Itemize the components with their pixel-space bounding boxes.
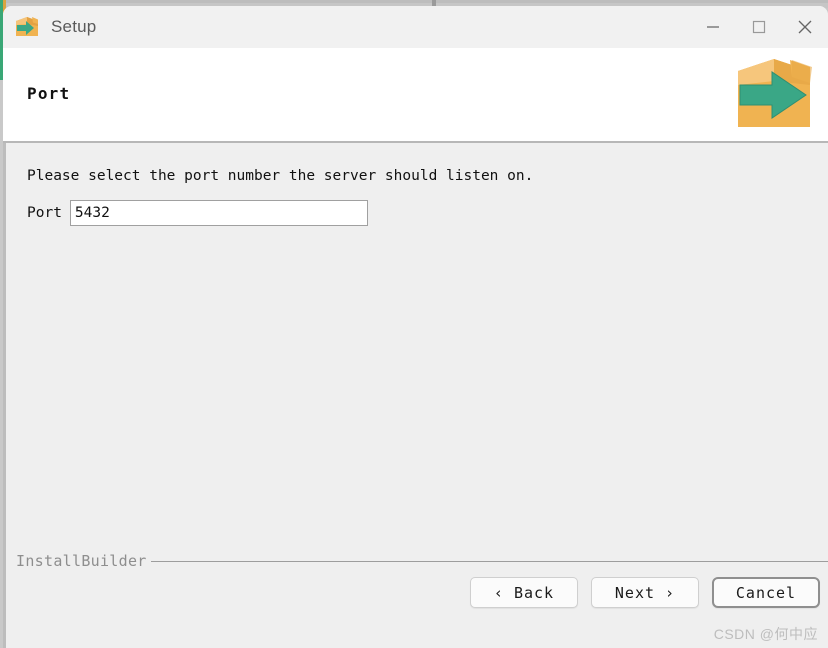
installer-box-arrow-logo	[728, 49, 820, 139]
maximize-icon[interactable]	[736, 6, 782, 48]
minimize-icon[interactable]	[690, 6, 736, 48]
background-window-edge	[0, 0, 828, 3]
setup-window: Setup Port Please select the port number…	[3, 6, 828, 648]
window-title: Setup	[51, 17, 97, 36]
watermark: CSDN @何中应	[713, 626, 818, 642]
button-bar: ‹ Back Next › Cancel	[470, 577, 820, 608]
installer-box-arrow-icon	[14, 14, 40, 40]
window-controls	[690, 6, 828, 48]
next-button[interactable]: Next ›	[591, 577, 699, 608]
back-button[interactable]: ‹ Back	[470, 577, 578, 608]
main-content: Please select the port number the server…	[3, 143, 828, 648]
page-title: Port	[27, 84, 71, 103]
close-icon[interactable]	[782, 6, 828, 48]
cancel-button[interactable]: Cancel	[712, 577, 820, 608]
footer-separator	[151, 561, 828, 562]
page-header: Port	[3, 48, 828, 143]
footer: InstallBuilder ‹ Back Next › Cancel	[6, 143, 828, 648]
title-bar: Setup	[3, 6, 828, 48]
installbuilder-brand: InstallBuilder	[16, 552, 147, 570]
